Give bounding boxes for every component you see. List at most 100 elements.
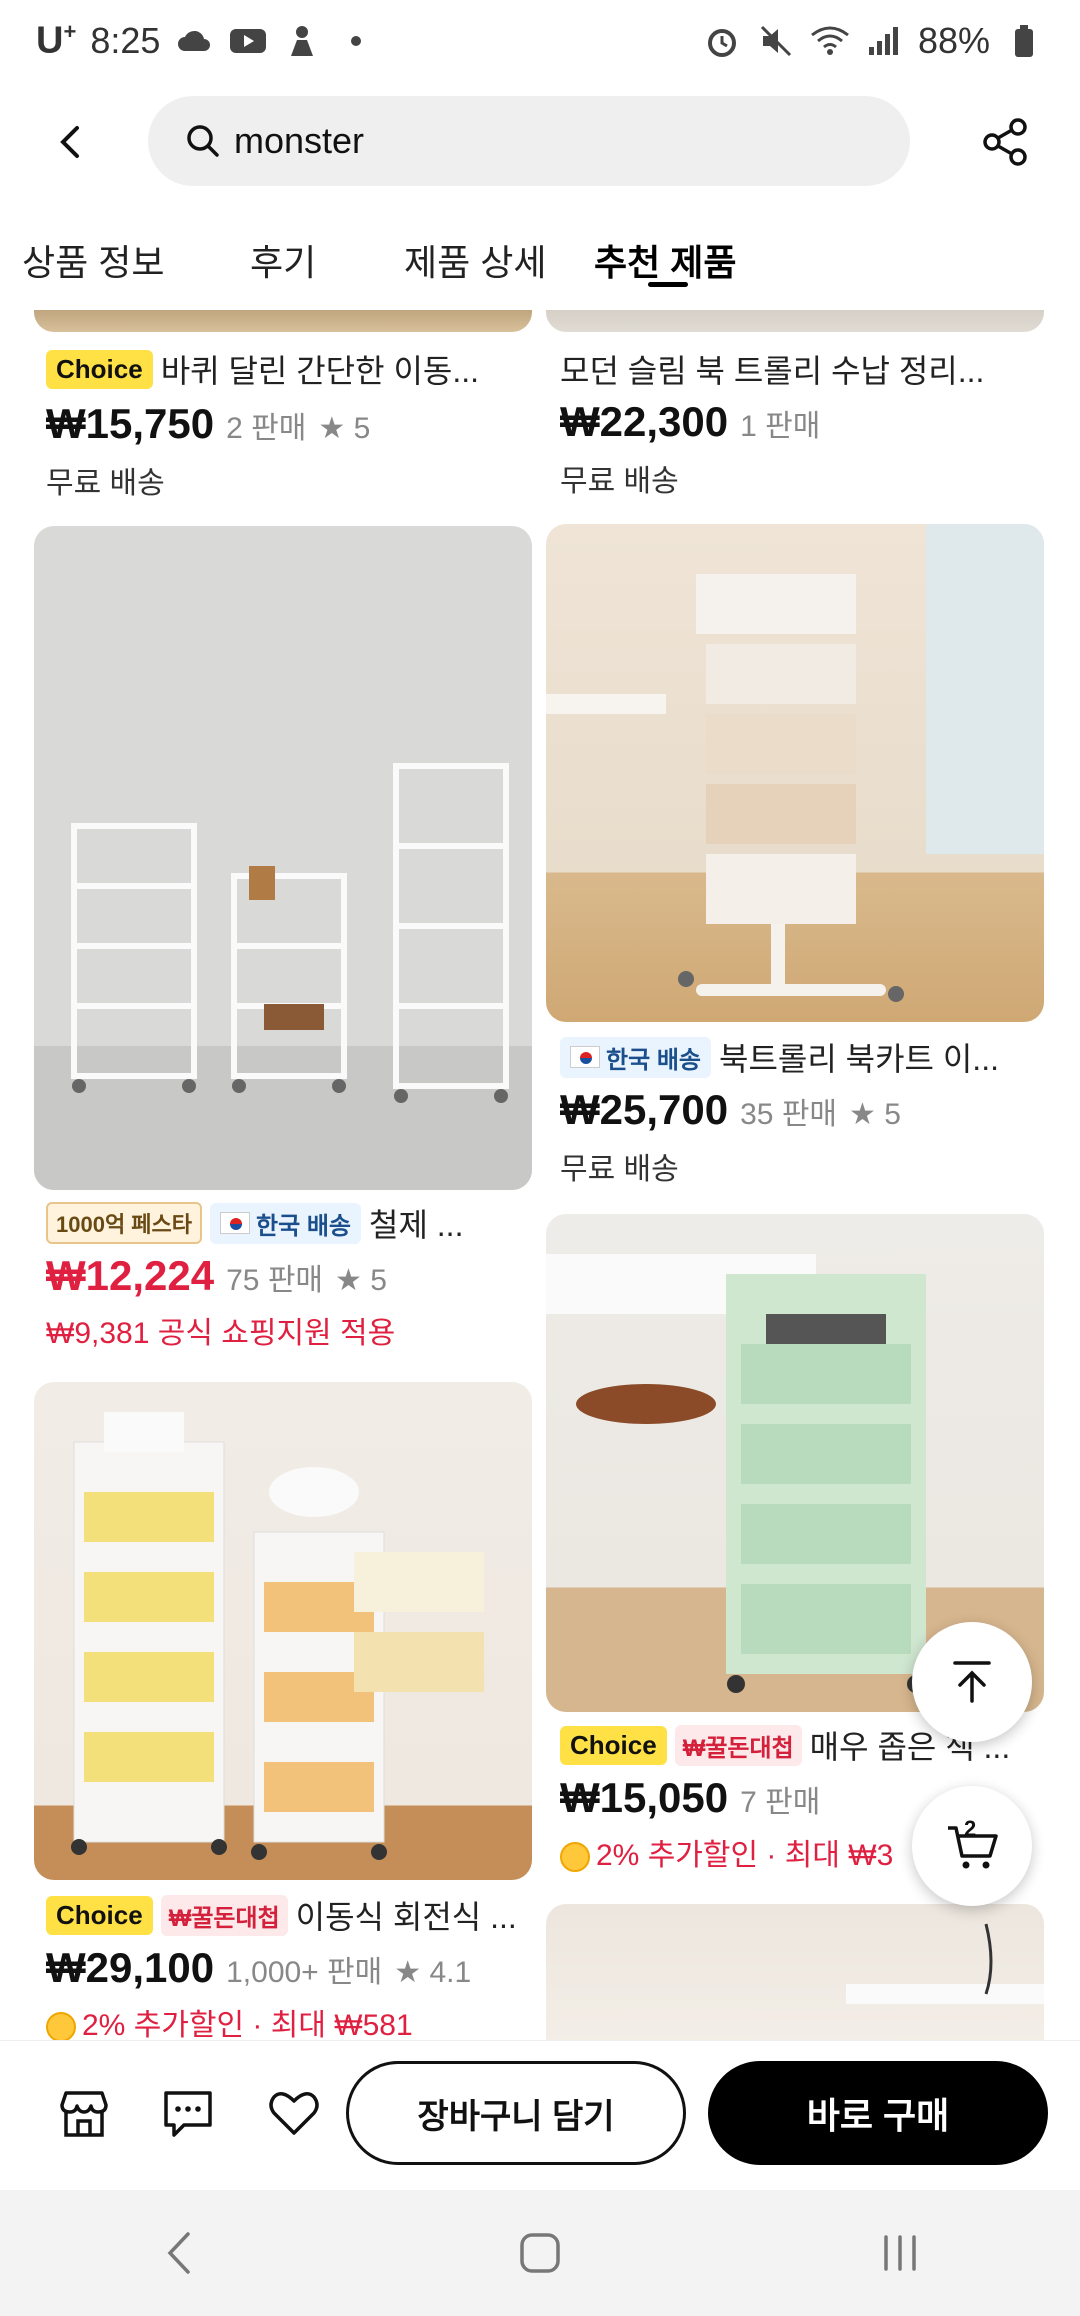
recommended-products-grid: Choice 바퀴 달린 간단한 이동... ₩15,750 2 판매 ★ 5 … xyxy=(0,310,1080,2040)
partial-product-illustration xyxy=(846,1923,1044,2004)
korea-flag-icon xyxy=(570,1046,600,1068)
shipping-info: 무료 배송 xyxy=(560,465,679,498)
price-row: ₩15,050 7 판매 xyxy=(560,1774,820,1822)
book-trolley-illustration xyxy=(546,524,1044,1002)
system-nav-bar xyxy=(0,2190,1080,2316)
header: monster xyxy=(0,82,1080,202)
tab-recommended[interactable]: 추천 제품 xyxy=(594,234,736,286)
product-card[interactable]: Choice 바퀴 달린 간단한 이동... ₩15,750 2 판매 ★ 5 … xyxy=(0,310,540,510)
rating: ★ 5 xyxy=(849,1098,901,1131)
product-image xyxy=(34,1382,532,1880)
search-query: monster xyxy=(234,120,365,161)
deal-badge: ₩꿀돈대첩 xyxy=(160,1894,288,1936)
product-image xyxy=(546,1904,1044,2040)
white-carts-illustration xyxy=(34,763,532,1190)
status-right: 88% xyxy=(702,20,1044,62)
coin-icon xyxy=(560,1842,590,1873)
tab-product-info[interactable]: 상품 정보 xyxy=(22,234,164,286)
product-image xyxy=(34,526,532,1190)
price-row: ₩12,224 75 판매 ★ 5 xyxy=(46,1252,387,1300)
sold-count: 1,000+ 판매 xyxy=(226,1956,383,1989)
choice-badge: Choice xyxy=(560,1725,667,1765)
dot-icon xyxy=(336,23,376,59)
youtube-icon xyxy=(228,23,268,59)
rating: ★ 5 xyxy=(335,1264,387,1297)
scroll-to-top-button[interactable] xyxy=(912,1622,1032,1742)
search-input[interactable]: monster xyxy=(148,96,910,186)
price-row: ₩22,300 1 판매 xyxy=(560,398,820,446)
buy-now-button[interactable]: 바로 구매 xyxy=(708,2061,1048,2165)
status-left: U+ 8:25 xyxy=(36,19,376,63)
bottom-action-bar: 장바구니 담기 바로 구매 xyxy=(0,2040,1080,2190)
chevron-left-icon xyxy=(60,126,79,158)
product-title-row: Choice 바퀴 달린 간단한 이동... xyxy=(46,346,526,392)
arrow-up-icon xyxy=(953,1661,991,1703)
product-title: 북트롤리 북카트 이... xyxy=(719,1041,999,1077)
home-square-icon xyxy=(520,2233,560,2273)
choice-badge: Choice xyxy=(46,1895,153,1935)
wishlist-button[interactable] xyxy=(254,2073,334,2153)
share-button[interactable] xyxy=(960,97,1050,187)
active-tab-indicator xyxy=(648,282,688,287)
clock: 8:25 xyxy=(90,20,161,61)
cart-floating-button[interactable]: 2 xyxy=(912,1786,1032,1906)
sold-count: 1 판매 xyxy=(740,410,821,443)
shipping-info: 무료 배송 xyxy=(46,467,165,500)
back-button[interactable] xyxy=(26,97,116,187)
product-price: ₩15,750 xyxy=(46,400,215,447)
product-title-row: 1000억 페스타 한국 배송 철제 ... xyxy=(46,1200,526,1246)
product-title-row: 한국 배송 북트롤리 북카트 이... xyxy=(560,1034,1040,1080)
product-card[interactable] xyxy=(540,1904,1080,2040)
system-back-button[interactable] xyxy=(120,2203,240,2303)
product-price: ₩29,100 xyxy=(46,1944,215,1991)
product-title: 바퀴 달린 간단한 이동... xyxy=(160,353,479,389)
share-icon xyxy=(983,118,1027,166)
product-price: ₩12,224 xyxy=(46,1252,215,1299)
heart-icon xyxy=(269,2092,319,2135)
chat-button[interactable] xyxy=(148,2073,228,2153)
store-button[interactable] xyxy=(44,2073,124,2153)
add-to-cart-button[interactable]: 장바구니 담기 xyxy=(346,2061,686,2165)
store-icon xyxy=(60,2091,108,2137)
choice-badge: Choice xyxy=(46,349,153,389)
app-notification-icon xyxy=(282,23,322,59)
rating: ★ 4.1 xyxy=(394,1956,472,1989)
deal-badge: ₩꿀돈대첩 xyxy=(674,1724,802,1766)
price-row: ₩25,700 35 판매 ★ 5 xyxy=(560,1086,901,1134)
festa-badge: 1000억 페스타 xyxy=(46,1202,203,1244)
sold-count: 35 판매 xyxy=(740,1098,838,1131)
product-price: ₩22,300 xyxy=(560,398,729,445)
product-title-row: 모던 슬림 북 트롤리 수납 정리... xyxy=(560,346,1040,392)
product-title: 이동식 회전식 ... xyxy=(295,1899,517,1935)
recents-icon xyxy=(884,2235,916,2271)
promo-info: ₩9,381 공식 쇼핑지원 적용 xyxy=(46,1317,396,1350)
carrier: U+ xyxy=(36,19,77,62)
price-row: ₩15,750 2 판매 ★ 5 xyxy=(46,400,370,448)
chevron-left-icon xyxy=(167,2232,190,2274)
signal-icon xyxy=(864,23,904,59)
product-card[interactable]: 모던 슬림 북 트롤리 수납 정리... ₩22,300 1 판매 무료 배송 xyxy=(540,310,1080,510)
system-home-button[interactable] xyxy=(480,2203,600,2303)
product-image xyxy=(546,524,1044,1022)
product-price: ₩15,050 xyxy=(560,1774,729,1821)
korea-shipping-badge: 한국 배송 xyxy=(210,1202,362,1244)
promo-info: 2% 추가할인 · 최대 ₩3 xyxy=(560,1830,893,1874)
product-title: 모던 슬림 북 트롤리 수납 정리... xyxy=(560,353,985,389)
promo-info: 2% 추가할인 · 최대 ₩581 xyxy=(46,2000,413,2040)
korea-shipping-badge: 한국 배송 xyxy=(560,1036,711,1078)
tab-bar: 상품 정보 후기 제품 상세 추천 제품 xyxy=(0,212,1080,308)
price-row: ₩29,100 1,000+ 판매 ★ 4.1 xyxy=(46,1944,471,1992)
status-bar: U+ 8:25 88% xyxy=(0,0,1080,82)
wifi-icon xyxy=(810,23,850,59)
battery-percent: 88% xyxy=(917,20,990,61)
product-price: ₩25,700 xyxy=(560,1086,729,1133)
cart-count: 2 xyxy=(964,1816,977,1841)
product-title: 철제 ... xyxy=(369,1207,464,1243)
cloud-icon xyxy=(174,23,214,59)
product-title-row: Choice ₩꿀돈대첩 이동식 회전식 ... xyxy=(46,1892,526,1938)
tab-product-detail[interactable]: 제품 상세 xyxy=(404,234,546,286)
system-recents-button[interactable] xyxy=(840,2203,960,2303)
product-card[interactable]: 1000억 페스타 한국 배송 철제 ... xyxy=(0,526,540,1244)
product-card[interactable] xyxy=(0,1382,540,2040)
tab-reviews[interactable]: 후기 xyxy=(250,234,316,286)
